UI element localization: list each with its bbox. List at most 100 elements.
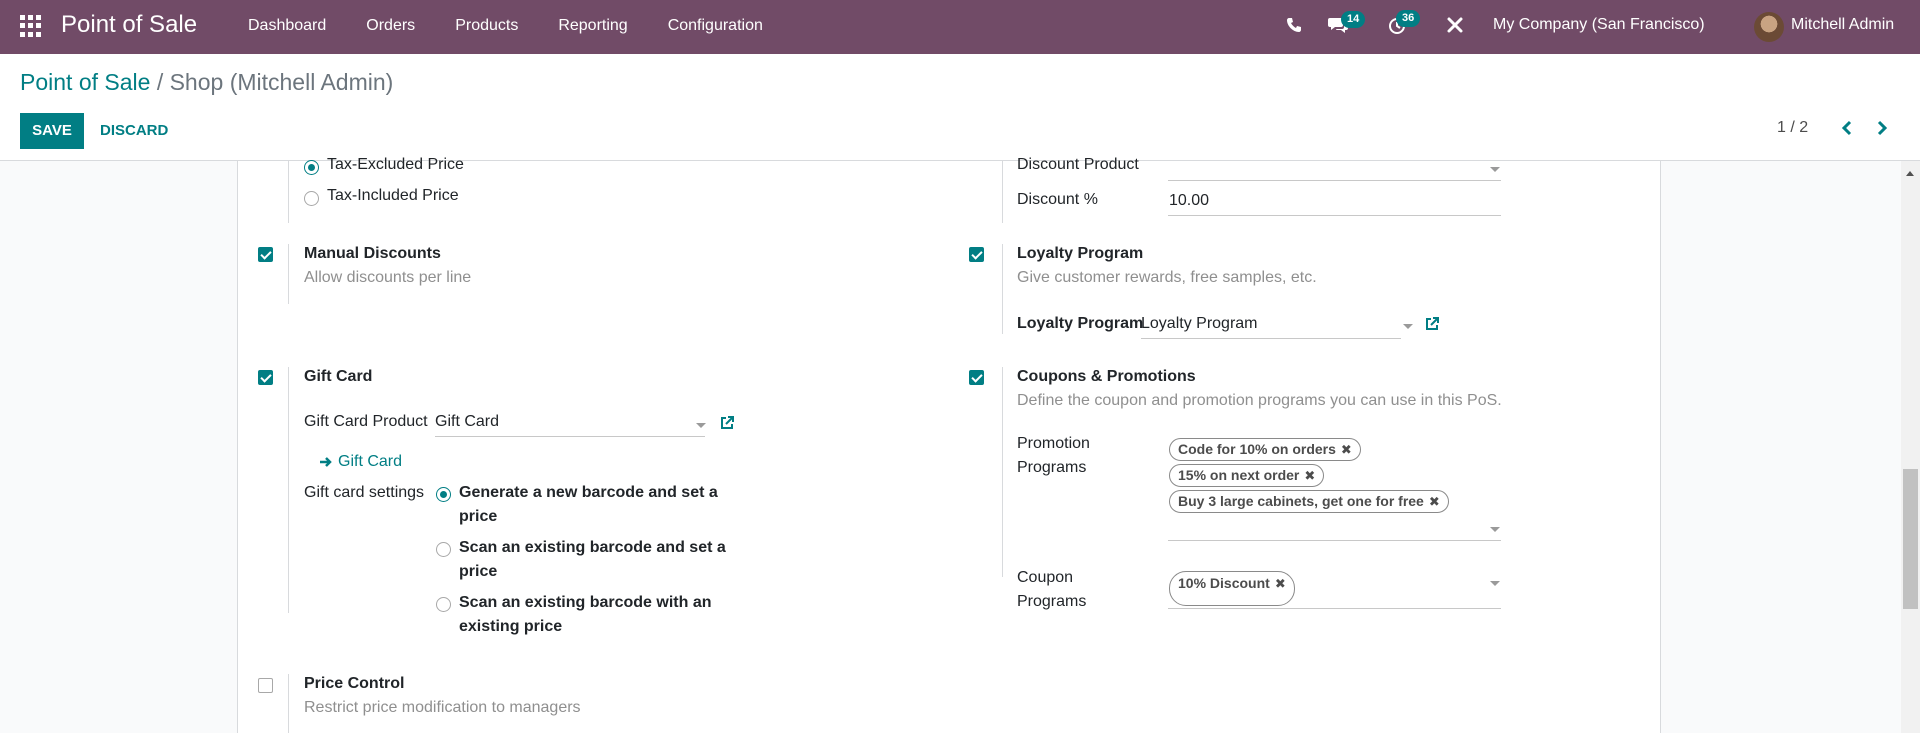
manual-discounts-checkbox[interactable] <box>258 247 273 262</box>
tax-included-label: Tax-Included Price <box>327 187 459 204</box>
gift-card-product-underline <box>435 436 705 437</box>
remove-tag-icon[interactable]: ✖ <box>1275 576 1286 591</box>
manual-discounts-title: Manual Discounts <box>304 245 441 262</box>
promotion-tag[interactable]: Code for 10% on orders ✖ <box>1169 438 1361 461</box>
loyalty-program-field-label: Loyalty Program <box>1017 315 1144 332</box>
divider <box>288 161 289 223</box>
discard-button[interactable]: DISCARD <box>88 113 180 149</box>
chevron-down-icon[interactable] <box>1403 324 1413 329</box>
gift-card-option-scan-set-radio[interactable] <box>436 542 451 557</box>
tax-excluded-radio[interactable] <box>304 160 319 175</box>
scroll-up-icon[interactable] <box>1906 171 1914 176</box>
remove-tag-icon[interactable]: ✖ <box>1341 442 1352 457</box>
promotion-programs-underline[interactable] <box>1168 540 1501 541</box>
remove-tag-icon[interactable]: ✖ <box>1429 494 1440 509</box>
top-navbar: Point of Sale Dashboard Orders Products … <box>0 0 1920 54</box>
loyalty-program-desc: Give customer rewards, free samples, etc… <box>1017 269 1317 286</box>
menu-orders[interactable]: Orders <box>346 0 435 54</box>
coupon-programs-underline[interactable] <box>1168 608 1501 609</box>
promotion-programs-label-1: Promotion <box>1017 435 1090 452</box>
manual-discounts-desc: Allow discounts per line <box>304 269 472 286</box>
user-menu[interactable]: Mitchell Admin <box>1791 16 1894 34</box>
gift-card-option-scan-set-line2: price <box>459 563 498 580</box>
debug-tools-icon[interactable] <box>1446 16 1464 34</box>
page-scrollbar[interactable] <box>1901 161 1920 733</box>
loyalty-program-field-value[interactable]: Loyalty Program <box>1141 315 1258 333</box>
tax-included-radio[interactable] <box>304 191 319 206</box>
save-button[interactable]: SAVE <box>20 113 84 149</box>
main-menu: Dashboard Orders Products Reporting Conf… <box>228 0 783 54</box>
coupons-promotions-desc: Define the coupon and promotion programs… <box>1017 392 1502 409</box>
chevron-down-icon[interactable] <box>1490 167 1500 172</box>
menu-dashboard[interactable]: Dashboard <box>228 0 346 54</box>
apps-menu-icon[interactable] <box>20 15 42 37</box>
settings-sheet: Tax-Excluded Price Tax-Included Price Ma… <box>237 156 1661 733</box>
loyalty-program-checkbox[interactable] <box>969 247 984 262</box>
gift-card-option-generate-line1: Generate a new barcode and set a <box>459 484 718 501</box>
chevron-down-icon[interactable] <box>1490 581 1500 586</box>
menu-products[interactable]: Products <box>435 0 538 54</box>
breadcrumb: Point of Sale / Shop (Mitchell Admin) <box>20 69 393 96</box>
loyalty-program-title: Loyalty Program <box>1017 245 1144 262</box>
pager-value[interactable]: 1 / 2 <box>1777 119 1808 137</box>
scroll-thumb[interactable] <box>1903 469 1918 609</box>
coupon-tag[interactable]: 10% Discount ✖ <box>1169 571 1295 606</box>
gift-card-link[interactable]: Gift Card <box>338 453 402 471</box>
breadcrumb-separator: / <box>156 69 164 95</box>
coupons-promotions-checkbox[interactable] <box>969 370 984 385</box>
divider <box>1002 244 1003 334</box>
gift-card-option-scan-existing-radio[interactable] <box>436 597 451 612</box>
menu-configuration[interactable]: Configuration <box>648 0 783 54</box>
promotion-tag-label: 15% on next order <box>1178 467 1300 483</box>
gift-card-product-label: Gift Card Product <box>304 413 428 430</box>
menu-reporting[interactable]: Reporting <box>538 0 647 54</box>
breadcrumb-current: Shop (Mitchell Admin) <box>169 69 394 95</box>
chevron-down-icon[interactable] <box>1490 527 1500 532</box>
promotion-tag[interactable]: Buy 3 large cabinets, get one for free ✖ <box>1169 490 1449 513</box>
discount-pct-underline <box>1168 215 1501 216</box>
price-control-checkbox[interactable] <box>258 678 273 693</box>
divider <box>288 244 289 304</box>
gift-card-option-scan-set-line1: Scan an existing barcode and set a <box>459 539 726 556</box>
gift-card-product-value[interactable]: Gift Card <box>435 413 499 431</box>
user-avatar[interactable] <box>1754 12 1784 42</box>
price-control-desc: Restrict price modification to managers <box>304 699 581 716</box>
app-brand[interactable]: Point of Sale <box>61 11 197 39</box>
gift-card-option-generate-radio[interactable] <box>436 487 451 502</box>
breadcrumb-root-link[interactable]: Point of Sale <box>20 69 150 95</box>
loyalty-program-underline <box>1141 338 1401 339</box>
price-control-title: Price Control <box>304 675 405 692</box>
gift-card-option-generate-line2: price <box>459 508 498 525</box>
gift-card-option-scan-existing-line2: existing price <box>459 618 563 635</box>
discount-product-label: Discount Product <box>1017 156 1139 173</box>
pager-previous-icon[interactable] <box>1835 116 1859 140</box>
gift-card-title: Gift Card <box>304 368 373 385</box>
discount-product-underline[interactable] <box>1168 180 1501 181</box>
activities-badge: 36 <box>1396 10 1421 27</box>
discount-pct-input[interactable]: 10.00 <box>1169 192 1209 210</box>
gift-card-checkbox[interactable] <box>258 370 273 385</box>
promotion-tag-label: Code for 10% on orders <box>1178 441 1336 457</box>
phone-icon[interactable] <box>1286 17 1302 33</box>
divider <box>1002 367 1003 577</box>
messages-badge: 14 <box>1341 11 1366 28</box>
pager-next-icon[interactable] <box>1870 116 1894 140</box>
divider <box>288 674 289 733</box>
external-link-icon[interactable] <box>719 415 735 431</box>
control-panel: Point of Sale / Shop (Mitchell Admin) SA… <box>0 54 1920 161</box>
chevron-down-icon[interactable] <box>696 423 706 428</box>
arrow-right-icon <box>320 457 332 467</box>
external-link-icon[interactable] <box>1424 316 1440 332</box>
gift-card-option-scan-existing-line1: Scan an existing barcode with an <box>459 594 712 611</box>
company-switcher[interactable]: My Company (San Francisco) <box>1493 16 1705 34</box>
promotion-tag-label: Buy 3 large cabinets, get one for free <box>1178 493 1424 509</box>
tax-excluded-label: Tax-Excluded Price <box>327 156 464 173</box>
promotion-tag[interactable]: 15% on next order ✖ <box>1169 464 1325 487</box>
remove-tag-icon[interactable]: ✖ <box>1304 468 1315 483</box>
gift-card-settings-label: Gift card settings <box>304 484 425 501</box>
coupons-promotions-title: Coupons & Promotions <box>1017 368 1196 385</box>
coupon-programs-label-1: Coupon <box>1017 569 1074 586</box>
discount-pct-label: Discount % <box>1017 191 1098 208</box>
promotion-programs-label-2: Programs <box>1017 459 1087 476</box>
coupon-programs-label-2: Programs <box>1017 593 1087 610</box>
